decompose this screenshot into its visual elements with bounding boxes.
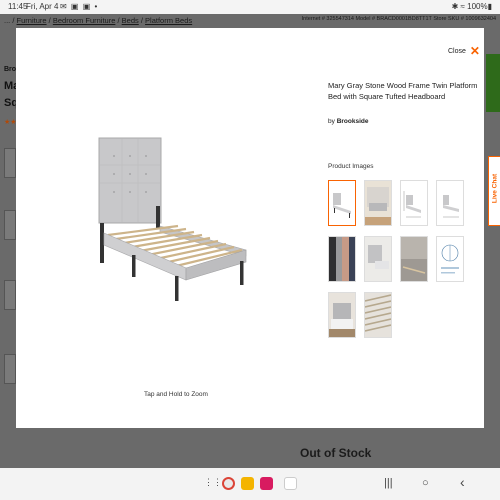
slat-detail-icon (364, 293, 392, 337)
thumbnail-support-diagram[interactable] (436, 236, 464, 282)
bed-front-view-icon (333, 193, 351, 218)
thumbnail-headboard-detail[interactable] (364, 236, 392, 282)
assembly-icon (401, 237, 427, 281)
room-scene-icon (365, 181, 391, 225)
thumbnail-bed-bedroom-scene[interactable] (328, 292, 356, 338)
breadcrumb-furniture[interactable]: Furniture (17, 16, 47, 25)
breadcrumb-beds[interactable]: Beds (122, 16, 139, 25)
breadcrumb-bedroom-furniture[interactable]: Bedroom Furniture (53, 16, 116, 25)
breadcrumb: ... / Furniture / Bedroom Furniture / Be… (4, 16, 193, 25)
headboard-detail-icon (365, 237, 391, 281)
app-icon[interactable] (241, 477, 254, 490)
fabric-swatches-icon (329, 237, 355, 281)
thumbnail-bed-side-dimensions[interactable] (436, 180, 464, 226)
live-chat-label: Live Chat (491, 173, 499, 204)
product-identifiers: Internet # 325547314 Model # BRACD0001BD… (301, 16, 496, 22)
product-images-label: Product Images (328, 163, 374, 170)
app-icon[interactable] (260, 477, 273, 490)
side-dimensions-icon (443, 195, 459, 218)
product-image-modal: Close ✕ Tap and Hold to Zoom Mary Gray S… (16, 28, 484, 428)
zoom-hint: Tap and Hold to Zoom (144, 391, 208, 398)
main-product-image[interactable] (86, 128, 266, 308)
thumbnail-bed-dimensions[interactable] (400, 180, 428, 226)
android-nav-bar: ⋮⋮ ||| ○ ‹ (0, 468, 500, 500)
recents-button[interactable]: ||| (384, 477, 393, 489)
breadcrumb-platform-beds[interactable]: Platform Beds (145, 16, 192, 25)
status-date: Fri, Apr 4 (26, 2, 59, 11)
thumbnail-assembly-steps[interactable] (400, 236, 428, 282)
thumbnail-fabric-swatches[interactable] (328, 236, 356, 282)
chrome-app-icon[interactable] (222, 477, 235, 490)
google-app-icon[interactable] (284, 477, 297, 490)
close-button[interactable]: Close ✕ (448, 44, 480, 58)
live-chat-tab[interactable]: Live Chat (488, 156, 500, 226)
background-add-to-cart (486, 54, 500, 112)
bedroom-scene-icon (329, 293, 355, 337)
thumbnail-bed-room-scene[interactable] (364, 180, 392, 226)
background-thumbnail (4, 148, 16, 178)
background-thumbnail (4, 210, 16, 240)
notification-icons: ✉ ▣ ▣ • (60, 2, 99, 11)
back-button[interactable]: ‹ (460, 474, 465, 490)
status-time: 11:45 (8, 2, 28, 11)
dimensions-icon (403, 191, 421, 218)
close-label: Close (448, 48, 466, 55)
product-title: Mary Gray Stone Wood Frame Twin Platform… (328, 81, 478, 101)
breadcrumb-ellipsis[interactable]: ... (4, 16, 10, 25)
background-thumbnail (4, 354, 16, 384)
home-button[interactable]: ○ (422, 477, 429, 489)
brand-byline: by Brookside (328, 118, 369, 125)
support-diagram-icon (441, 244, 459, 274)
background-rating-stars: ★★ (4, 119, 17, 126)
thumbnail-slat-detail[interactable] (364, 292, 392, 338)
apps-drawer-icon[interactable]: ⋮⋮ (204, 477, 222, 488)
system-status-icons: ✱ ≈ 100%▮ (451, 2, 492, 11)
thumbnail-bed-front-view[interactable] (328, 180, 356, 226)
background-thumbnail (4, 280, 16, 310)
out-of-stock-label: Out of Stock (300, 446, 372, 460)
brand-link[interactable]: Brookside (337, 118, 369, 125)
close-icon: ✕ (469, 44, 480, 58)
status-bar: 11:45 Fri, Apr 4 ✉ ▣ ▣ • ✱ ≈ 100%▮ (0, 0, 500, 14)
